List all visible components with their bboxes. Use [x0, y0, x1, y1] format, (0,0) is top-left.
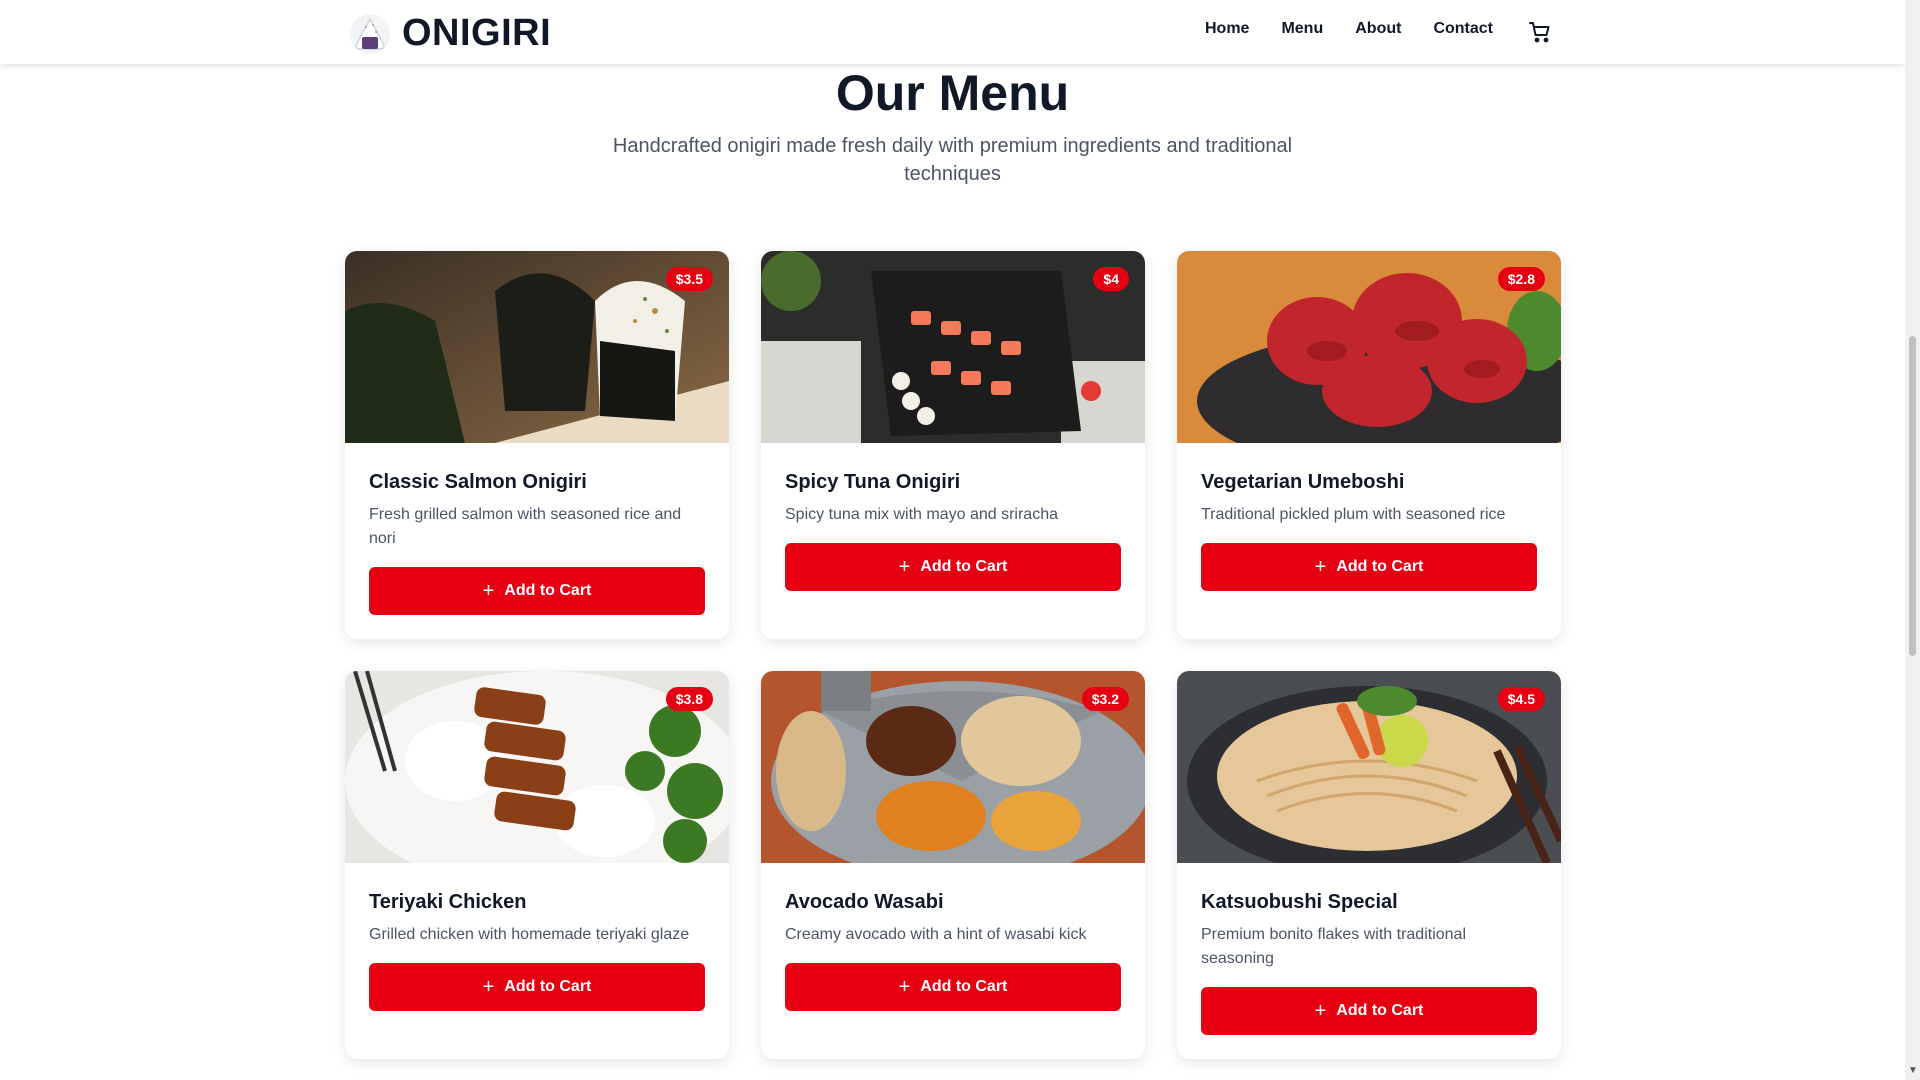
- food-image: $3.5: [345, 251, 729, 443]
- plus-icon: +: [482, 976, 495, 998]
- food-image: $4.5: [1177, 671, 1561, 863]
- item-name: Spicy Tuna Onigiri: [785, 471, 961, 493]
- plus-icon: +: [482, 580, 495, 602]
- add-to-cart-label: Add to Cart: [504, 582, 592, 599]
- add-to-cart-button[interactable]: + Add to Cart: [369, 963, 705, 1011]
- price-badge: $2.8: [1497, 267, 1545, 291]
- item-name: Katsuobushi Special: [1201, 891, 1398, 913]
- food-image: $4: [761, 251, 1145, 443]
- food-image: $3.8: [345, 671, 729, 863]
- nav-about[interactable]: About: [1355, 20, 1401, 38]
- item-description: Grilled chicken with homemade teriyaki g…: [369, 926, 690, 943]
- plus-icon: +: [898, 556, 911, 578]
- plus-icon: +: [1314, 1000, 1327, 1022]
- add-to-cart-button[interactable]: + Add to Cart: [785, 963, 1121, 1011]
- menu-card: $3.2 Avocado Wasabi Creamy avocado with …: [761, 671, 1145, 1059]
- item-name: Vegetarian Umeboshi: [1201, 471, 1405, 493]
- menu-card: $4.5 Katsuobushi Special Premium bonito …: [1177, 671, 1561, 1059]
- add-to-cart-label: Add to Cart: [920, 558, 1008, 575]
- add-to-cart-label: Add to Cart: [920, 978, 1008, 995]
- brand-name: ONIGIRI: [402, 12, 552, 54]
- page: ONIGIRI Home Menu About Contact Our Menu…: [0, 0, 1905, 1080]
- item-description: Fresh grilled salmon with seasoned rice …: [369, 506, 682, 547]
- item-description: Traditional pickled plum with seasoned r…: [1201, 506, 1506, 523]
- item-name: Avocado Wasabi: [785, 891, 944, 913]
- nav-menu[interactable]: Menu: [1281, 20, 1323, 38]
- brand[interactable]: ONIGIRI: [349, 12, 551, 55]
- item-name: Teriyaki Chicken: [369, 891, 527, 913]
- price-badge: $4: [1093, 267, 1129, 291]
- menu-card: $2.8 Vegetarian Umeboshi Traditional pic…: [1177, 251, 1561, 639]
- food-image: $2.8: [1177, 251, 1561, 443]
- price-badge: $3.5: [665, 267, 713, 291]
- add-to-cart-label: Add to Cart: [1336, 1002, 1424, 1019]
- add-to-cart-button[interactable]: + Add to Cart: [1201, 987, 1537, 1035]
- navbar: ONIGIRI Home Menu About Contact: [0, 0, 1905, 64]
- price-badge: $4.5: [1497, 687, 1545, 711]
- item-description: Creamy avocado with a hint of wasabi kic…: [785, 926, 1087, 943]
- add-to-cart-label: Add to Cart: [504, 978, 592, 995]
- nav-home[interactable]: Home: [1205, 20, 1249, 38]
- main-nav: Home Menu About Contact: [1205, 20, 1525, 38]
- item-name: Classic Salmon Onigiri: [369, 471, 587, 493]
- add-to-cart-button[interactable]: + Add to Cart: [369, 567, 705, 615]
- menu-card: $3.8 Teriyaki Chicken Grilled chicken wi…: [345, 671, 729, 1059]
- shopping-cart-icon[interactable]: [1528, 20, 1552, 44]
- add-to-cart-button[interactable]: + Add to Cart: [785, 543, 1121, 591]
- price-badge: $3.8: [665, 687, 713, 711]
- price-badge: $3.2: [1081, 687, 1129, 711]
- plus-icon: +: [898, 976, 911, 998]
- nav-contact[interactable]: Contact: [1433, 20, 1493, 38]
- menu-card: $3.5 Classic Salmon Onigiri Fresh grille…: [345, 251, 729, 639]
- add-to-cart-label: Add to Cart: [1336, 558, 1424, 575]
- vertical-scrollbar[interactable]: ▼: [1905, 0, 1920, 1080]
- onigiri-logo-icon: [350, 13, 390, 54]
- page-title: Our Menu: [835, 65, 1070, 121]
- scrollbar-thumb[interactable]: [1909, 336, 1916, 656]
- menu-grid: $3.5 Classic Salmon Onigiri Fresh grille…: [345, 251, 1561, 1059]
- food-image: $3.2: [761, 671, 1145, 863]
- menu-card: $4 Spicy Tuna Onigiri Spicy tuna mix wit…: [761, 251, 1145, 639]
- page-subtitle: Handcrafted onigiri made fresh daily wit…: [612, 135, 1293, 185]
- add-to-cart-button[interactable]: + Add to Cart: [1201, 543, 1537, 591]
- item-description: Spicy tuna mix with mayo and sriracha: [785, 506, 1058, 523]
- plus-icon: +: [1314, 556, 1327, 578]
- item-description: Premium bonito flakes with traditional s…: [1201, 926, 1467, 967]
- scroll-down-arrow-icon[interactable]: ▼: [1908, 1065, 1918, 1076]
